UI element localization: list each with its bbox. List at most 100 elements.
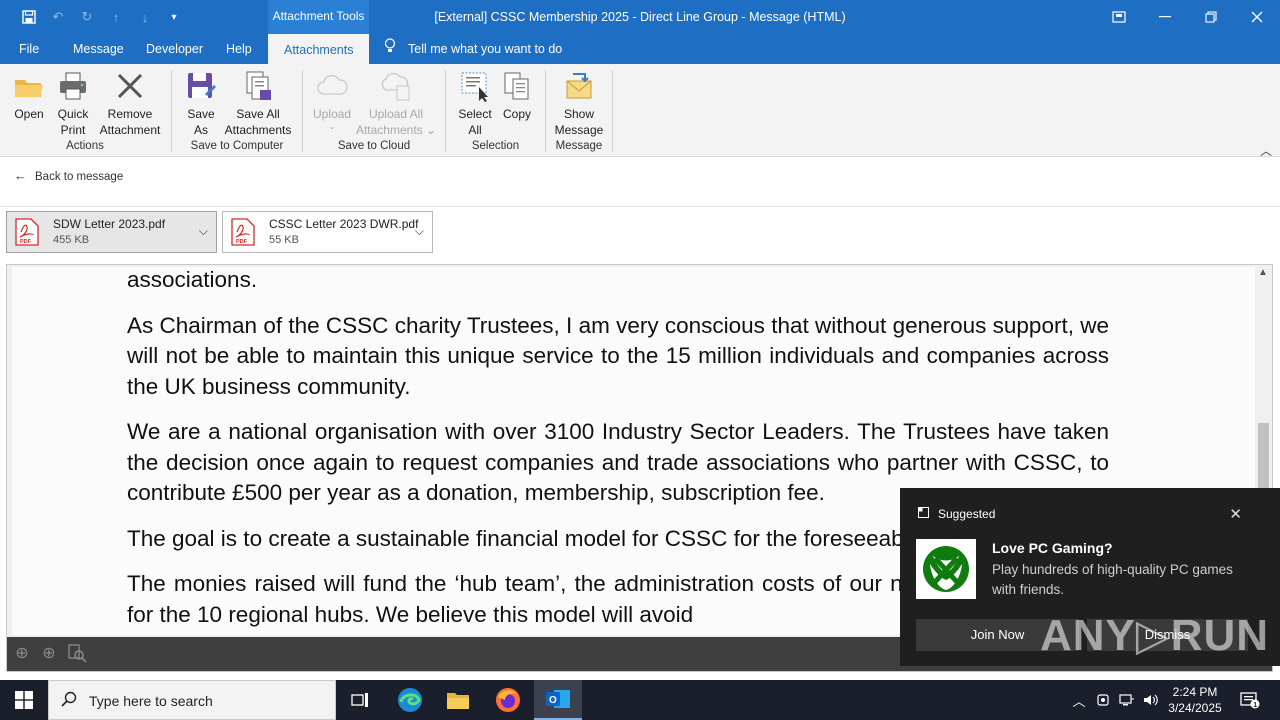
show-hidden-icons-icon[interactable]: ︿: [1068, 680, 1090, 720]
toast-header: Suggested: [918, 507, 995, 521]
toast-header-label: Suggested: [938, 507, 996, 521]
restore-button[interactable]: [1188, 0, 1234, 34]
minimize-button[interactable]: [1142, 0, 1188, 34]
attachment-size: 55 KB: [269, 234, 299, 246]
save-all-attachments-button[interactable]: Save All Attachments: [222, 70, 294, 138]
save-as-icon: [185, 70, 217, 102]
attachment-item[interactable]: PDF SDW Letter 2023.pdf 455 KB ⌵: [6, 211, 217, 253]
remove-label-2: Attachment: [99, 123, 161, 137]
notification-badge: 1: [1253, 702, 1257, 709]
cloud-upload-all-icon: [380, 70, 412, 102]
open-label: Open: [14, 107, 44, 121]
firefox-icon[interactable]: [484, 680, 532, 720]
copy-button[interactable]: Copy: [500, 70, 534, 122]
tab-file[interactable]: File: [19, 34, 39, 64]
previous-page-icon[interactable]: ⊕: [11, 643, 33, 665]
cloud-upload-icon: [316, 70, 348, 102]
toast-body: Play hundreds of high-quality PC games w…: [992, 562, 1233, 597]
remove-label-1: Remove: [107, 107, 153, 121]
system-clock[interactable]: 2:24 PM 3/24/2025: [1160, 684, 1230, 716]
volume-icon[interactable]: [1140, 680, 1162, 720]
attachment-name: CSSC Letter 2023 DWR.pdf: [269, 217, 419, 231]
ribbon: Open Quick Print Remove Attachment Actio…: [0, 64, 1280, 158]
upload-label: Upload: [312, 107, 352, 121]
window-title: [External] CSSC Membership 2025 - Direct…: [434, 10, 846, 24]
show-message-label-1: Show: [563, 107, 595, 121]
pdf-badge: PDF: [20, 239, 32, 245]
tab-message[interactable]: Message: [73, 34, 124, 64]
upload-button[interactable]: Upload ⌄: [310, 70, 354, 132]
file-explorer-icon[interactable]: [434, 680, 482, 720]
save-as-button[interactable]: Save As: [183, 70, 219, 138]
chevron-down-icon[interactable]: ⌵: [199, 224, 208, 239]
taskbar-search-box[interactable]: Type here to search: [48, 680, 336, 720]
copy-icon: [501, 70, 533, 102]
search-icon: [61, 691, 77, 711]
remove-x-icon: [114, 70, 146, 102]
task-view-icon[interactable]: [336, 680, 384, 720]
tab-attachments[interactable]: Attachments: [268, 34, 370, 64]
upload-all-label-2: Attachments: [355, 123, 423, 137]
customize-toolbar-icon[interactable]: ▾: [160, 0, 188, 34]
chevron-down-icon[interactable]: ⌵: [415, 224, 424, 239]
security-tray-icon[interactable]: [1093, 680, 1113, 720]
save-icon[interactable]: [15, 0, 43, 34]
quick-print-label-2: Print: [60, 123, 86, 137]
pdf-file-icon: PDF: [15, 218, 39, 246]
next-item-icon[interactable]: ↓: [131, 0, 159, 34]
group-label-actions: Actions: [66, 140, 104, 152]
network-icon[interactable]: [1116, 680, 1138, 720]
tab-developer[interactable]: Developer: [146, 34, 203, 64]
scroll-thumb[interactable]: [1258, 423, 1269, 493]
edge-browser-icon[interactable]: [386, 680, 434, 720]
group-label-selection: Selection: [471, 140, 520, 152]
upload-dropdown-icon: ⌄: [328, 122, 336, 131]
open-button[interactable]: Open: [10, 70, 48, 122]
tell-me-search[interactable]: Tell me what you want to do: [384, 34, 562, 64]
upload-all-attachments-button[interactable]: Upload All Attachments ⌄: [354, 70, 438, 138]
taskbar: Type here to search O ︿ 2:24 PM 3/24/202…: [0, 680, 1280, 720]
back-arrow-icon: ←: [14, 168, 27, 183]
undo-icon[interactable]: ↶: [44, 0, 72, 34]
envelope-icon: [563, 70, 595, 102]
ribbon-tabs: File Message Developer Help Attachments …: [0, 34, 1280, 64]
previous-item-icon[interactable]: ↑: [102, 0, 130, 34]
svg-text:O: O: [549, 695, 557, 706]
next-page-icon[interactable]: ⊕: [38, 643, 60, 665]
group-label-save-to-computer: Save to Computer: [190, 140, 284, 152]
anyrun-watermark: ANY▷RUN: [1040, 611, 1270, 660]
tell-me-label: Tell me what you want to do: [408, 42, 563, 56]
back-to-message-label: Back to message: [35, 171, 124, 183]
quick-print-button[interactable]: Quick Print: [53, 70, 93, 138]
select-all-label-1: Select: [458, 107, 492, 121]
tab-help[interactable]: Help: [226, 34, 252, 64]
document-paragraph: As Chairman of the CSSC charity Trustees…: [127, 312, 1109, 399]
copy-label: Copy: [502, 107, 531, 121]
remove-attachment-button[interactable]: Remove Attachment: [96, 70, 164, 138]
close-icon[interactable]: ✕: [1229, 505, 1242, 523]
save-all-label-1: Save All: [236, 107, 280, 121]
outlook-icon[interactable]: O: [534, 680, 582, 720]
document-paragraph: associations.: [127, 267, 258, 292]
redo-icon[interactable]: ↻: [73, 0, 101, 34]
notification-center-icon[interactable]: 1: [1234, 680, 1266, 720]
zoom-search-icon[interactable]: [66, 643, 88, 665]
attachment-item[interactable]: PDF CSSC Letter 2023 DWR.pdf 55 KB ⌵: [222, 211, 433, 253]
toast-title: Love PC Gaming?: [992, 540, 1113, 556]
back-to-message-link[interactable]: ← Back to message: [14, 168, 123, 183]
ribbon-separator: [612, 70, 613, 152]
pdf-badge: PDF: [236, 239, 248, 245]
search-placeholder: Type here to search: [89, 693, 213, 709]
clock-time: 2:24 PM: [1172, 685, 1218, 699]
ribbon-display-options-icon[interactable]: [1096, 0, 1142, 34]
save-all-label-2: Attachments: [224, 123, 292, 137]
group-label-save-to-cloud: Save to Cloud: [337, 140, 411, 152]
start-button[interactable]: [0, 680, 48, 720]
lightbulb-icon: [384, 34, 398, 64]
show-message-button[interactable]: Show Message: [554, 70, 604, 138]
title-bar: ↶ ↻ ↑ ↓ ▾ Attachment Tools [External] CS…: [0, 0, 1280, 34]
close-button[interactable]: [1234, 0, 1280, 34]
scroll-up-icon[interactable]: ▲: [1258, 267, 1268, 278]
pdf-file-icon: PDF: [231, 218, 255, 246]
select-all-button[interactable]: Select All: [456, 70, 494, 138]
